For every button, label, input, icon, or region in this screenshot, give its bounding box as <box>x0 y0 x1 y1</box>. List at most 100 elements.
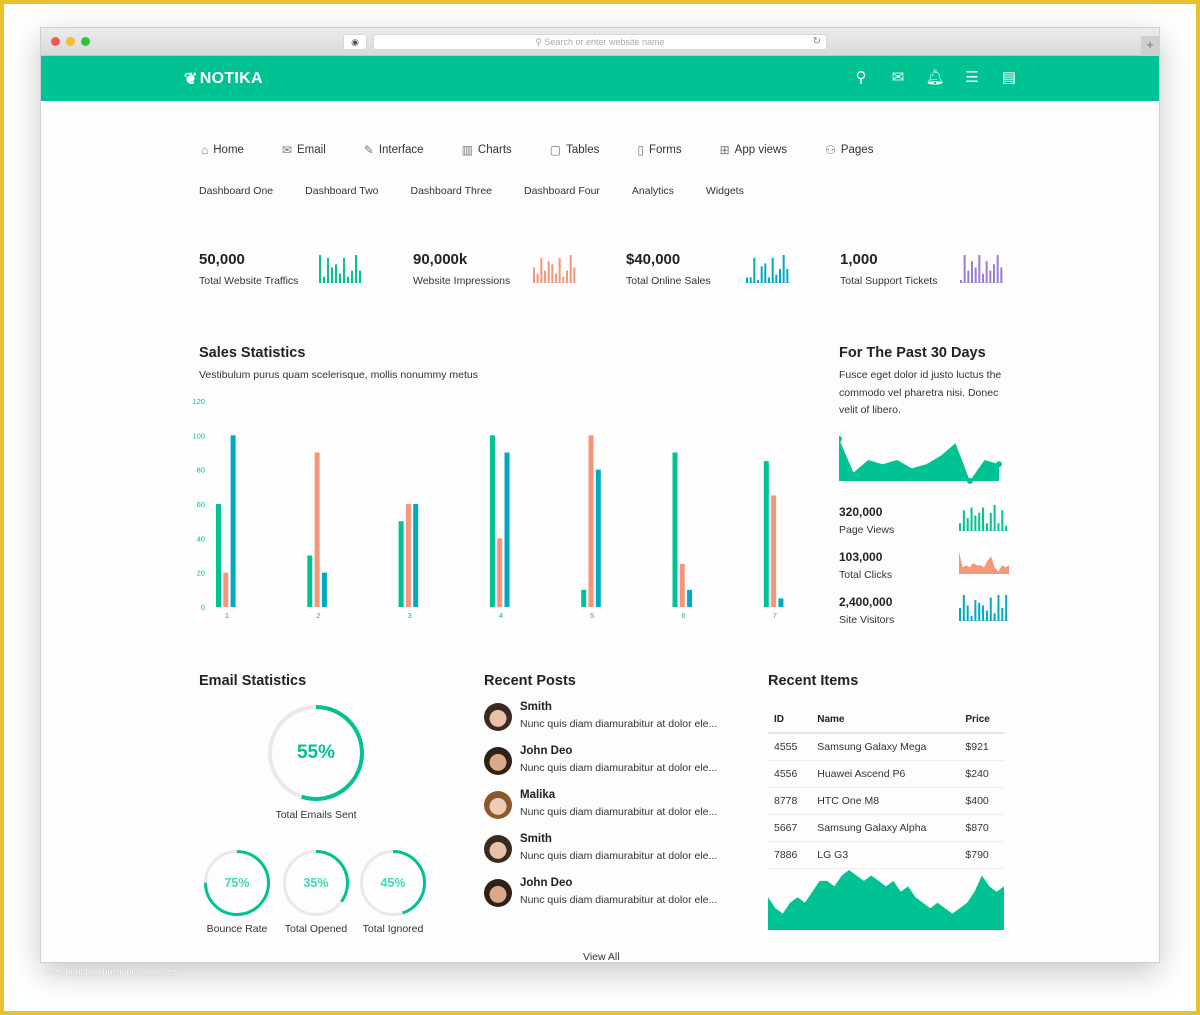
spark-bar <box>971 261 973 283</box>
nav-label: Home <box>213 144 244 156</box>
stat-label: Total Online Sales <box>626 275 711 287</box>
recent-items: Recent Items ID Name Price 4555 Samsung Gal… <box>768 673 1004 930</box>
post-author[interactable]: Smith <box>520 701 552 713</box>
spark-bar <box>558 258 561 283</box>
table-cell: 5667 <box>768 814 812 842</box>
subnav-widgets[interactable]: Widgets <box>706 185 744 197</box>
table-cell: LG G3 <box>811 841 960 869</box>
nav-home[interactable]: ⌂ Home <box>201 143 244 157</box>
post-item[interactable]: Malika Nunc quis diam diamurabitur at dol… <box>484 789 724 829</box>
spark-bar <box>1005 595 1008 621</box>
nav-label: App views <box>734 144 788 156</box>
stat-value: 50,000 <box>199 251 245 268</box>
table-row[interactable]: 8778 HTC One M8 $400 <box>768 787 1004 815</box>
post-author[interactable]: John Deo <box>520 745 572 757</box>
stat-label: Total Website Traffics <box>199 275 299 287</box>
menu-icon[interactable]: ☰ <box>962 68 982 88</box>
avatar <box>484 703 512 731</box>
app-header: ❦ NOTIKA ⚲ ✉ 🔔︎ ☰ ▤ <box>41 56 1159 101</box>
minimize-window-button[interactable] <box>66 37 75 46</box>
spark-bar <box>978 255 981 283</box>
ring-total-ignored: 45% Total Ignored <box>360 850 426 935</box>
metric-row: 2,400,000 Site Visitors <box>839 595 1009 626</box>
nav-interface[interactable]: ✎ Interface <box>364 143 424 157</box>
browser-window: ◉ ⚲ Search or enter website name ↻ + ❦ N… <box>40 27 1160 963</box>
bar-series-3-cat-1 <box>230 435 236 607</box>
ring-total-opened: 35% Total Opened <box>283 850 349 935</box>
sales-bar-chart: 0 20 40 60 80 100 120 1 2 3 4 5 6 7 <box>192 397 784 620</box>
nav-pages[interactable]: ⚇ Pages <box>825 143 873 157</box>
mail-icon[interactable]: ✉ <box>888 68 908 88</box>
spark-bar <box>997 523 1000 531</box>
search-icon[interactable]: ⚲ <box>851 68 871 88</box>
post-excerpt: Nunc quis diam diamurabitur at dolor ele… <box>520 762 718 774</box>
avatar <box>484 835 512 863</box>
avatar <box>484 747 512 775</box>
bar-series-2-cat-1 <box>223 572 229 607</box>
subnav-dashboard-one[interactable]: Dashboard One <box>199 185 273 197</box>
stat-sparkline <box>533 255 577 283</box>
spark-bar <box>1001 510 1004 531</box>
metric-sparkline <box>959 505 1009 531</box>
column-header-price[interactable]: Price <box>959 707 1004 734</box>
spark-bar <box>959 608 961 621</box>
table-row[interactable]: 5667 Samsung Galaxy Alpha $870 <box>768 814 1004 842</box>
view-all-link[interactable]: View All <box>583 951 620 963</box>
nav-forms[interactable]: ▯ Forms <box>637 143 681 157</box>
past30-title: For The Past 30 Days <box>839 345 986 361</box>
post-item[interactable]: John Deo Nunc quis diam diamurabitur at d… <box>484 877 724 917</box>
post-author[interactable]: Malika <box>520 789 555 801</box>
subnav-dashboard-three[interactable]: Dashboard Three <box>411 185 493 197</box>
table-cell: $240 <box>959 760 1004 788</box>
chat-icon[interactable]: ▤ <box>999 68 1019 88</box>
table-row[interactable]: 4556 Huawei Ascend P6 $240 <box>768 760 1004 788</box>
nav-app-views[interactable]: ⊞ App views <box>720 143 787 157</box>
subnav-analytics[interactable]: Analytics <box>632 185 674 197</box>
close-window-button[interactable] <box>51 37 60 46</box>
post-author[interactable]: Smith <box>520 833 552 845</box>
maximize-window-button[interactable] <box>81 37 90 46</box>
spark-bar <box>335 264 337 283</box>
reader-icon[interactable]: ◉ <box>343 34 367 50</box>
logo[interactable]: ❦ NOTIKA <box>184 69 263 89</box>
post-item[interactable]: Smith Nunc quis diam diamurabitur at dolo… <box>484 701 724 741</box>
reload-icon[interactable]: ↻ <box>813 35 821 49</box>
spark-bar <box>974 267 977 283</box>
nav-email[interactable]: ✉ Email <box>282 143 326 157</box>
bell-icon[interactable]: 🔔︎ <box>925 68 945 88</box>
post-item[interactable]: John Deo Nunc quis diam diamurabitur at d… <box>484 745 724 785</box>
stat-value: $40,000 <box>626 251 681 268</box>
bar-series-2-cat-4 <box>497 538 503 607</box>
spark-bar <box>786 269 789 283</box>
post-author[interactable]: John Deo <box>520 877 572 889</box>
spark-bar <box>967 270 970 283</box>
nav-tables[interactable]: ▢ Tables <box>550 143 600 157</box>
subnav-dashboard-two[interactable]: Dashboard Two <box>305 185 378 197</box>
spark-bar <box>962 595 965 621</box>
subnav-dashboard-four[interactable]: Dashboard Four <box>524 185 600 197</box>
email-icon: ✉ <box>281 143 292 157</box>
spark-bar <box>993 613 996 621</box>
spark-bar <box>331 267 333 283</box>
address-bar[interactable]: ⚲ Search or enter website name ↻ <box>373 34 827 50</box>
nav-charts[interactable]: ▥ Charts <box>462 143 512 157</box>
post-item[interactable]: Smith Nunc quis diam diamurabitur at dolo… <box>484 833 724 873</box>
spark-bar <box>547 261 550 283</box>
table-row[interactable]: 7886 LG G3 $790 <box>768 841 1004 869</box>
spark-bar <box>533 267 535 283</box>
stat-card: 50,000 Total Website Traffics <box>199 251 399 287</box>
bar-series-1-cat-7 <box>763 461 769 607</box>
column-header-name[interactable]: Name <box>811 707 960 734</box>
metric-row: 103,000 Total Clicks <box>839 550 1009 581</box>
new-tab-button[interactable]: + <box>1141 36 1159 56</box>
table-cell: $921 <box>959 733 1004 761</box>
column-header-id[interactable]: ID <box>768 707 812 734</box>
spark-bar <box>997 595 1000 621</box>
table-cell: 8778 <box>768 787 812 815</box>
area-fill <box>959 552 1009 574</box>
bar-series-2-cat-2 <box>314 452 320 607</box>
table-row[interactable]: 4555 Samsung Galaxy Mega $921 <box>768 733 1004 761</box>
spark-bar <box>985 523 988 531</box>
spark-bar <box>562 276 565 283</box>
table-header-row: ID Name Price <box>768 707 1004 734</box>
